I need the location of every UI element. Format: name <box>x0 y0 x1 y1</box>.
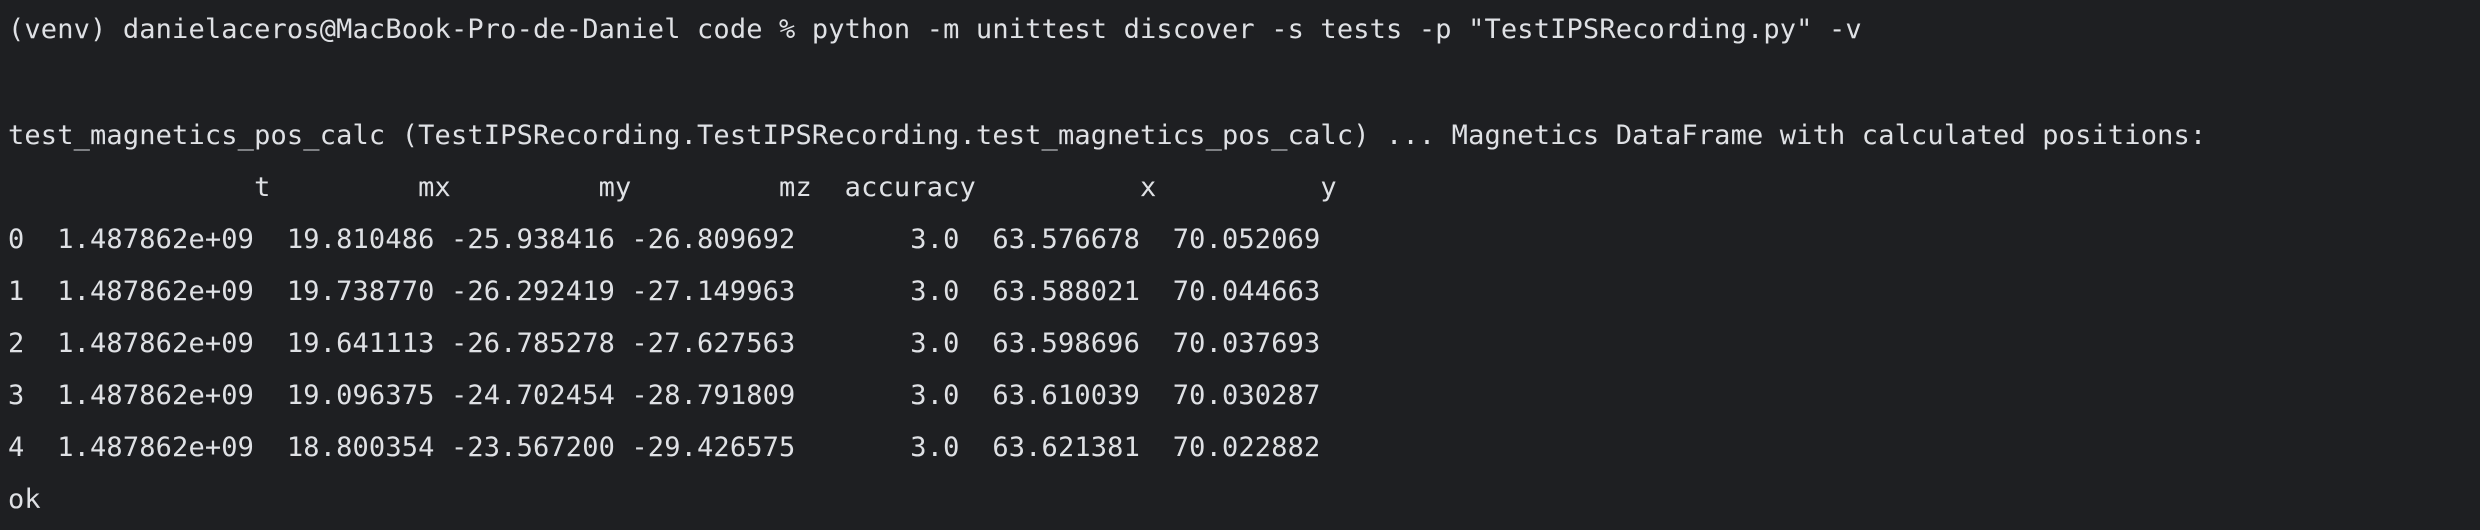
table-row: 3 1.487862e+09 19.096375 -24.702454 -28.… <box>8 380 1321 411</box>
table-row: 1 1.487862e+09 19.738770 -26.292419 -27.… <box>8 276 1321 307</box>
terminal-window[interactable]: (venv) danielaceros@MacBook-Pro-de-Danie… <box>0 0 2480 530</box>
table-header: t mx my mz accuracy x y <box>8 172 1337 203</box>
table-row: 4 1.487862e+09 18.800354 -23.567200 -29.… <box>8 432 1321 463</box>
command-line: (venv) danielaceros@MacBook-Pro-de-Danie… <box>8 14 1862 45</box>
table-row: 0 1.487862e+09 19.810486 -25.938416 -26.… <box>8 224 1321 255</box>
table-row: 2 1.487862e+09 19.641113 -26.785278 -27.… <box>8 328 1321 359</box>
status-line: ok <box>8 484 41 515</box>
test-output-line: test_magnetics_pos_calc (TestIPSRecordin… <box>8 120 2207 151</box>
